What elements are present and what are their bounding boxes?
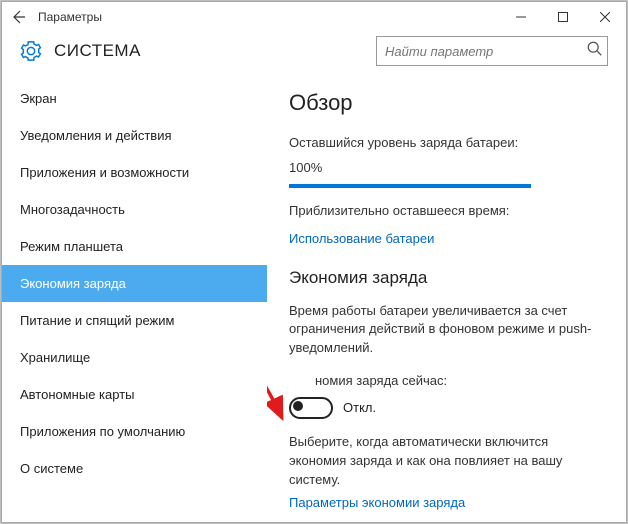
search-box	[376, 36, 608, 66]
search-icon	[586, 40, 604, 58]
titlebar: Параметры	[2, 2, 626, 32]
saver-now-label: номия заряда сейчас:	[289, 372, 604, 391]
maximize-icon	[558, 12, 568, 22]
sidebar-item-battery-saver[interactable]: Экономия заряда	[2, 265, 267, 302]
battery-progress-bar	[289, 184, 531, 188]
content: Обзор Оставшийся уровень заряда батареи:…	[267, 80, 626, 522]
settings-window: Параметры СИСТЕМА Экран	[1, 1, 627, 523]
time-remaining-label: Приблизительно оставшееся время:	[289, 202, 604, 221]
saver-toggle[interactable]	[289, 397, 333, 419]
maximize-button[interactable]	[542, 2, 584, 32]
back-button[interactable]	[2, 2, 34, 32]
sidebar-item-storage[interactable]: Хранилище	[2, 339, 267, 376]
sidebar-item-display[interactable]: Экран	[2, 80, 267, 117]
toggle-knob-icon	[293, 401, 303, 411]
saver-heading: Экономия заряда	[289, 268, 604, 288]
sidebar-item-apps-features[interactable]: Приложения и возможности	[2, 154, 267, 191]
saver-settings-link[interactable]: Параметры экономии заряда	[289, 495, 604, 510]
close-icon	[600, 12, 610, 22]
sidebar-item-multitasking[interactable]: Многозадачность	[2, 191, 267, 228]
search-input[interactable]	[376, 36, 608, 66]
sidebar-item-about[interactable]: О системе	[2, 450, 267, 487]
window-title: Параметры	[38, 10, 102, 24]
battery-usage-link[interactable]: Использование батареи	[289, 231, 604, 246]
sidebar-item-default-apps[interactable]: Приложения по умолчанию	[2, 413, 267, 450]
minimize-button[interactable]	[500, 2, 542, 32]
battery-remaining-label: Оставшийся уровень заряда батареи:	[289, 134, 604, 153]
battery-remaining-value: 100%	[289, 159, 604, 178]
sidebar-item-power-sleep[interactable]: Питание и спящий режим	[2, 302, 267, 339]
saver-toggle-state: Откл.	[343, 400, 376, 415]
sidebar-item-notifications[interactable]: Уведомления и действия	[2, 117, 267, 154]
minimize-icon	[516, 12, 526, 22]
sidebar-item-offline-maps[interactable]: Автономные карты	[2, 376, 267, 413]
saver-toggle-row: Откл.	[289, 397, 604, 419]
annotation-arrow-icon	[267, 270, 327, 450]
sidebar-item-tablet-mode[interactable]: Режим планшета	[2, 228, 267, 265]
gear-icon	[20, 40, 42, 62]
close-button[interactable]	[584, 2, 626, 32]
sidebar: Экран Уведомления и действия Приложения …	[2, 80, 267, 522]
header: СИСТЕМА	[2, 32, 626, 80]
page-title: СИСТЕМА	[54, 41, 141, 61]
overview-heading: Обзор	[289, 90, 604, 116]
arrow-left-icon	[10, 9, 26, 25]
search-button[interactable]	[586, 40, 604, 58]
window-controls	[500, 2, 626, 32]
body: Экран Уведомления и действия Приложения …	[2, 80, 626, 522]
saver-description: Время работы батареи увеличивается за сч…	[289, 302, 604, 359]
saver-auto-description: Выберите, когда автоматически включится …	[289, 433, 604, 490]
